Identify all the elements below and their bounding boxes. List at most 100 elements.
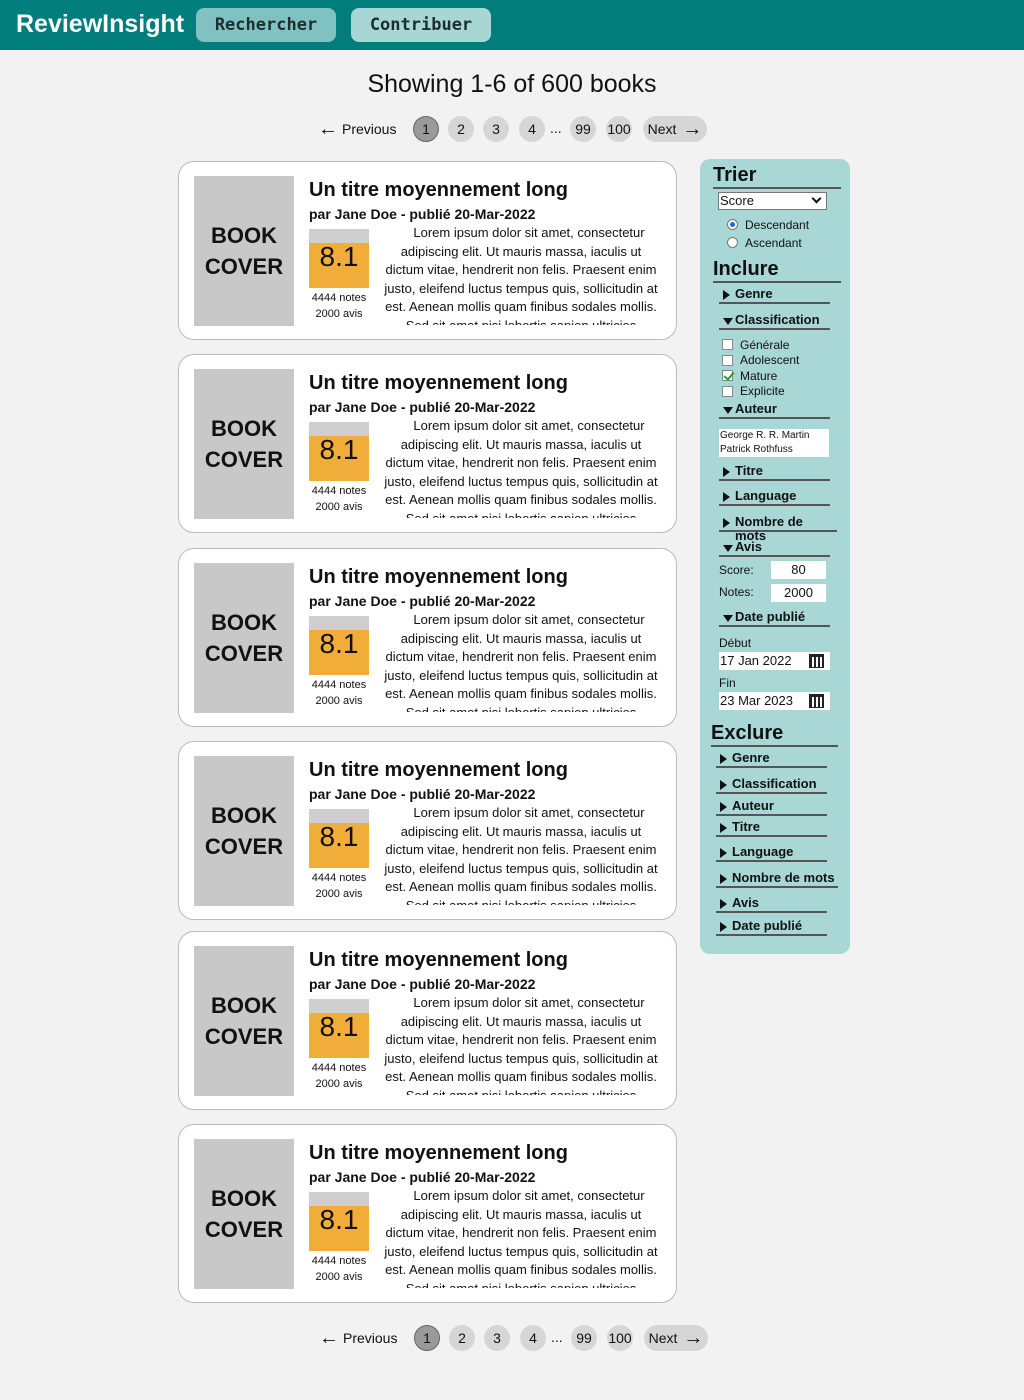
reviews-count: 2000 avis: [315, 1078, 363, 1090]
caret-down-icon: [723, 545, 733, 552]
start-date-input[interactable]: 17 Jan 2022: [719, 652, 830, 670]
next-page-button[interactable]: Next →: [643, 116, 707, 142]
min-ratings-label: Notes:: [719, 585, 754, 599]
include-word-count-toggle[interactable]: Nombre de mots: [719, 515, 837, 543]
book-title[interactable]: Un titre moyennement long: [309, 566, 568, 589]
classification-adolescent-label: Adolescent: [740, 353, 800, 367]
book-card[interactable]: BOOK COVER Un titre moyennement long par …: [178, 931, 677, 1110]
tab-rechercher[interactable]: Rechercher: [196, 8, 336, 42]
caret-down-icon: [723, 407, 733, 414]
include-date-toggle[interactable]: Date publié: [719, 610, 830, 627]
include-title-toggle[interactable]: Titre: [719, 464, 830, 481]
page-button-3[interactable]: 3: [484, 1325, 510, 1351]
tab-contribuer[interactable]: Contribuer: [351, 8, 491, 42]
start-date-label: Début: [719, 636, 752, 650]
book-title[interactable]: Un titre moyennement long: [309, 179, 568, 202]
exclude-language-toggle[interactable]: Language: [716, 845, 827, 862]
arrow-right-icon: →: [683, 1327, 704, 1349]
caret-right-icon: [723, 467, 730, 477]
book-card[interactable]: BOOK COVER Un titre moyennement long par …: [178, 161, 677, 340]
book-cover-image[interactable]: BOOK COVER: [194, 756, 294, 906]
page-button-2[interactable]: 2: [448, 116, 474, 142]
results-summary: Showing 1-6 of 600 books: [367, 70, 657, 98]
book-title[interactable]: Un titre moyennement long: [309, 759, 568, 782]
include-language-toggle[interactable]: Language: [719, 489, 830, 506]
caret-right-icon: [720, 780, 727, 790]
book-description: Lorem ipsum dolor sit amet, consectetur …: [384, 805, 658, 905]
previous-page-button[interactable]: ← Previous: [319, 1325, 397, 1351]
score-value: 8.1: [319, 1204, 359, 1235]
page-button-99[interactable]: 99: [570, 116, 596, 142]
next-page-button[interactable]: Next →: [644, 1325, 708, 1351]
page-button-3[interactable]: 3: [483, 116, 509, 142]
end-date-input[interactable]: 23 Mar 2023: [719, 692, 830, 710]
min-ratings-input[interactable]: 2000: [771, 584, 826, 602]
book-cover-image[interactable]: BOOK COVER: [194, 176, 294, 326]
book-cover-image[interactable]: BOOK COVER: [194, 369, 294, 519]
exclude-word-count-toggle[interactable]: Nombre de mots: [716, 871, 838, 888]
exclude-classification-toggle[interactable]: Classification: [716, 777, 827, 794]
book-title[interactable]: Un titre moyennement long: [309, 949, 568, 972]
author-list-input[interactable]: George R. R. Martin Patrick Rothfuss: [719, 429, 829, 457]
book-title[interactable]: Un titre moyennement long: [309, 372, 568, 395]
include-classification-toggle[interactable]: Classification: [719, 313, 830, 330]
book-description: Lorem ipsum dolor sit amet, consectetur …: [384, 612, 658, 712]
caret-right-icon: [720, 874, 727, 884]
include-reviews-toggle[interactable]: Avis: [719, 540, 830, 557]
exclude-title-toggle[interactable]: Titre: [716, 820, 827, 837]
caret-down-icon: [723, 318, 733, 325]
min-score-input[interactable]: 80: [771, 561, 826, 579]
caret-right-icon: [720, 823, 727, 833]
pagination-ellipsis: ...: [551, 1329, 563, 1345]
include-author-toggle[interactable]: Auteur: [719, 402, 830, 419]
include-genre-toggle[interactable]: Genre: [719, 287, 830, 304]
classification-explicite-label: Explicite: [740, 384, 785, 398]
classification-mature-label: Mature: [740, 369, 778, 383]
book-byline: par Jane Doe - publié 20-Mar-2022: [309, 976, 536, 992]
book-cover-image[interactable]: BOOK COVER: [194, 946, 294, 1096]
classification-mature-checkbox[interactable]: [722, 370, 733, 381]
page-button-100[interactable]: 100: [607, 1325, 633, 1351]
exclude-date-toggle[interactable]: Date publié: [716, 919, 827, 936]
page-button-1[interactable]: 1: [414, 1325, 440, 1351]
book-description: Lorem ipsum dolor sit amet, consectetur …: [384, 225, 658, 325]
page-button-100[interactable]: 100: [606, 116, 632, 142]
book-card[interactable]: BOOK COVER Un titre moyennement long par …: [178, 1124, 677, 1303]
classification-explicite-checkbox[interactable]: [722, 386, 733, 397]
book-cover-image[interactable]: BOOK COVER: [194, 563, 294, 713]
calendar-icon[interactable]: [809, 694, 824, 708]
sort-ascending-radio[interactable]: [727, 237, 738, 248]
book-cover-image[interactable]: BOOK COVER: [194, 1139, 294, 1289]
classification-generale-checkbox[interactable]: [722, 339, 733, 350]
book-byline: par Jane Doe - publié 20-Mar-2022: [309, 1169, 536, 1185]
calendar-icon[interactable]: [809, 654, 824, 668]
chevron-down-icon: [811, 193, 822, 204]
reviews-count: 2000 avis: [315, 888, 363, 900]
pagination-bottom: ← Previous 1 2 3 4 ... 99 100 Next →: [319, 1325, 711, 1351]
book-card[interactable]: BOOK COVER Un titre moyennement long par …: [178, 741, 677, 920]
book-byline: par Jane Doe - publié 20-Mar-2022: [309, 786, 536, 802]
previous-page-button[interactable]: ← Previous: [318, 116, 396, 142]
arrow-right-icon: →: [682, 118, 703, 140]
book-card[interactable]: BOOK COVER Un titre moyennement long par …: [178, 354, 677, 533]
sort-select[interactable]: Score: [718, 192, 827, 210]
page-button-2[interactable]: 2: [449, 1325, 475, 1351]
sort-descending-radio[interactable]: [727, 219, 738, 230]
classification-adolescent-checkbox[interactable]: [722, 355, 733, 366]
brand-logo[interactable]: ReviewInsight: [16, 10, 184, 39]
book-description: Lorem ipsum dolor sit amet, consectetur …: [384, 1188, 658, 1288]
exclude-genre-toggle[interactable]: Genre: [716, 751, 827, 768]
exclude-reviews-toggle[interactable]: Avis: [716, 896, 827, 913]
score-value: 8.1: [319, 1011, 359, 1042]
book-description: Lorem ipsum dolor sit amet, consectetur …: [384, 995, 658, 1095]
book-card[interactable]: BOOK COVER Un titre moyennement long par …: [178, 548, 677, 727]
arrow-left-icon: ←: [318, 118, 338, 140]
exclude-author-toggle[interactable]: Auteur: [716, 799, 827, 816]
page-button-4[interactable]: 4: [519, 116, 545, 142]
page-button-99[interactable]: 99: [571, 1325, 597, 1351]
page-button-4[interactable]: 4: [520, 1325, 546, 1351]
ratings-count: 4444 notes: [311, 292, 367, 304]
book-title[interactable]: Un titre moyennement long: [309, 1142, 568, 1165]
page-button-1[interactable]: 1: [413, 116, 439, 142]
caret-right-icon: [720, 848, 727, 858]
